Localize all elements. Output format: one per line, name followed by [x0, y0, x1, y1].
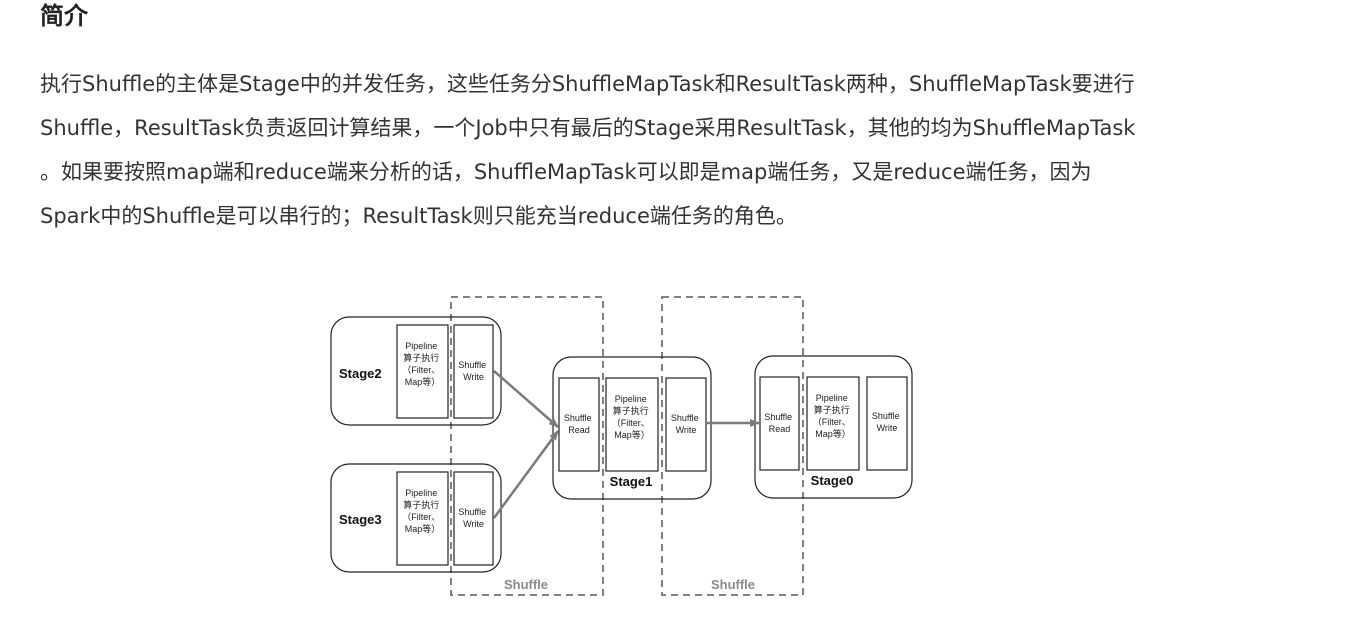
section-heading: 简介	[40, 2, 88, 30]
paragraph-line: Spark中的Shuffle是可以串行的；ResultTask则只能充当redu…	[40, 204, 797, 228]
shuffle-label-right: Shuffle	[711, 577, 755, 592]
stage0-group: Shuffle Read Pipeline 算子执行 （Filter、 Map等…	[754, 355, 913, 499]
stage2-label: Stage2	[339, 366, 382, 381]
stage0-label: Stage0	[811, 473, 854, 488]
arrow-stage3-to-stage1	[492, 430, 560, 519]
stage3-group: Stage3 Pipeline 算子执行 （Filter、 Map等） Shuf…	[330, 463, 502, 573]
shuffle-label-left: Shuffle	[504, 577, 548, 592]
shuffle-diagram: Stage2 Pipeline 算子执行 （Filter、 Map等） Shuf…	[320, 288, 930, 608]
paragraph-line: 。如果要按照map端和reduce端来分析的话，ShuffleMapTask可以…	[40, 160, 1092, 184]
stage2-group: Stage2 Pipeline 算子执行 （Filter、 Map等） Shuf…	[330, 316, 502, 426]
paragraph-line: 执行Shuffle的主体是Stage中的并发任务，这些任务分ShuffleMap…	[40, 72, 1135, 96]
arrow-stage2-to-stage1	[493, 370, 559, 428]
stage1-group: Shuffle Read Pipeline 算子执行 （Filter、 Map等…	[552, 356, 712, 500]
shuffle-diagram-svg: Stage2 Pipeline 算子执行 （Filter、 Map等） Shuf…	[330, 296, 913, 596]
stage3-label: Stage3	[339, 512, 382, 527]
stage1-label: Stage1	[610, 474, 653, 489]
paragraph-line: Shuffle，ResultTask负责返回计算结果，一个Job中只有最后的St…	[40, 116, 1136, 140]
intro-paragraph: 执行Shuffle的主体是Stage中的并发任务，这些任务分ShuffleMap…	[40, 62, 1320, 238]
